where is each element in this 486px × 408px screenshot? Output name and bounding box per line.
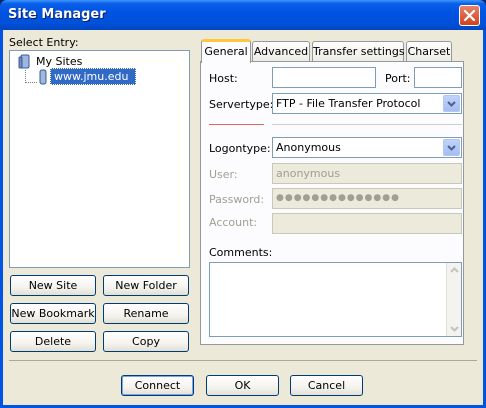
site-tree[interactable]: My Sites www.jmu.edu: [9, 50, 190, 268]
account-label: Account:: [209, 216, 258, 229]
tab-advanced[interactable]: Advanced: [252, 41, 310, 62]
logontype-select[interactable]: Anonymous: [272, 137, 462, 158]
user-input[interactable]: anonymous: [272, 163, 462, 184]
host-input[interactable]: [272, 67, 376, 88]
servertype-value: FTP - File Transfer Protocol: [276, 97, 421, 110]
chevron-down-icon: [447, 101, 456, 107]
tree-item-selected[interactable]: www.jmu.edu: [50, 68, 136, 85]
title-bar[interactable]: Site Manager: [0, 0, 486, 30]
site-manager-window: Site Manager Select Entry: My Sites www.…: [0, 0, 486, 408]
servertype-label: Servertype:: [209, 98, 274, 111]
separator-accent: [209, 124, 264, 125]
my-sites-folder-icon: [18, 54, 32, 70]
tree-connector-horizontal: [25, 82, 37, 83]
cancel-button[interactable]: Cancel: [290, 375, 363, 396]
host-label: Host:: [209, 72, 238, 85]
window-title: Site Manager: [8, 7, 106, 22]
tab-general[interactable]: General: [201, 39, 251, 63]
comments-textarea[interactable]: [209, 262, 462, 337]
chevron-down-icon: [447, 145, 456, 151]
new-site-button[interactable]: New Site: [10, 275, 96, 296]
port-label: Port:: [385, 72, 411, 85]
user-label: User:: [209, 168, 238, 181]
site-icon: [38, 69, 48, 85]
connect-button[interactable]: Connect: [121, 375, 194, 396]
new-folder-button[interactable]: New Folder: [103, 275, 189, 296]
scroll-up-icon: [450, 267, 459, 273]
tree-item-label[interactable]: www.jmu.edu: [54, 70, 128, 83]
logontype-label: Logontype:: [209, 142, 271, 155]
comments-label: Comments:: [209, 246, 273, 259]
tree-root-label[interactable]: My Sites: [36, 55, 82, 68]
comments-scrollbar[interactable]: [446, 263, 461, 336]
tab-transfer-settings[interactable]: Transfer settings: [312, 41, 405, 62]
close-button[interactable]: [459, 5, 480, 26]
dialog-body: Select Entry: My Sites www.jmu.edu New S…: [3, 30, 483, 405]
servertype-dropdown-button[interactable]: [443, 95, 460, 112]
scroll-down-icon: [450, 326, 459, 332]
port-input[interactable]: [414, 67, 462, 88]
footer-separator: [9, 360, 477, 361]
rename-button[interactable]: Rename: [103, 303, 189, 324]
select-entry-label: Select Entry:: [9, 36, 79, 49]
password-input[interactable]: ●●●●●●●●●●●●●●: [272, 188, 462, 209]
tab-charset[interactable]: Charset: [406, 41, 452, 62]
new-bookmark-button[interactable]: New Bookmark: [10, 303, 96, 324]
close-icon: [463, 9, 476, 22]
ok-button[interactable]: OK: [206, 375, 279, 396]
logontype-dropdown-button[interactable]: [443, 139, 460, 156]
account-input[interactable]: [272, 213, 462, 234]
servertype-select[interactable]: FTP - File Transfer Protocol: [272, 93, 462, 114]
password-label: Password:: [209, 193, 265, 206]
separator-line: [272, 124, 462, 125]
delete-button[interactable]: Delete: [10, 331, 96, 352]
copy-button[interactable]: Copy: [103, 331, 189, 352]
logontype-value: Anonymous: [276, 141, 341, 154]
general-tab-panel: Host: Port: Servertype: FTP - File Trans…: [200, 61, 464, 345]
